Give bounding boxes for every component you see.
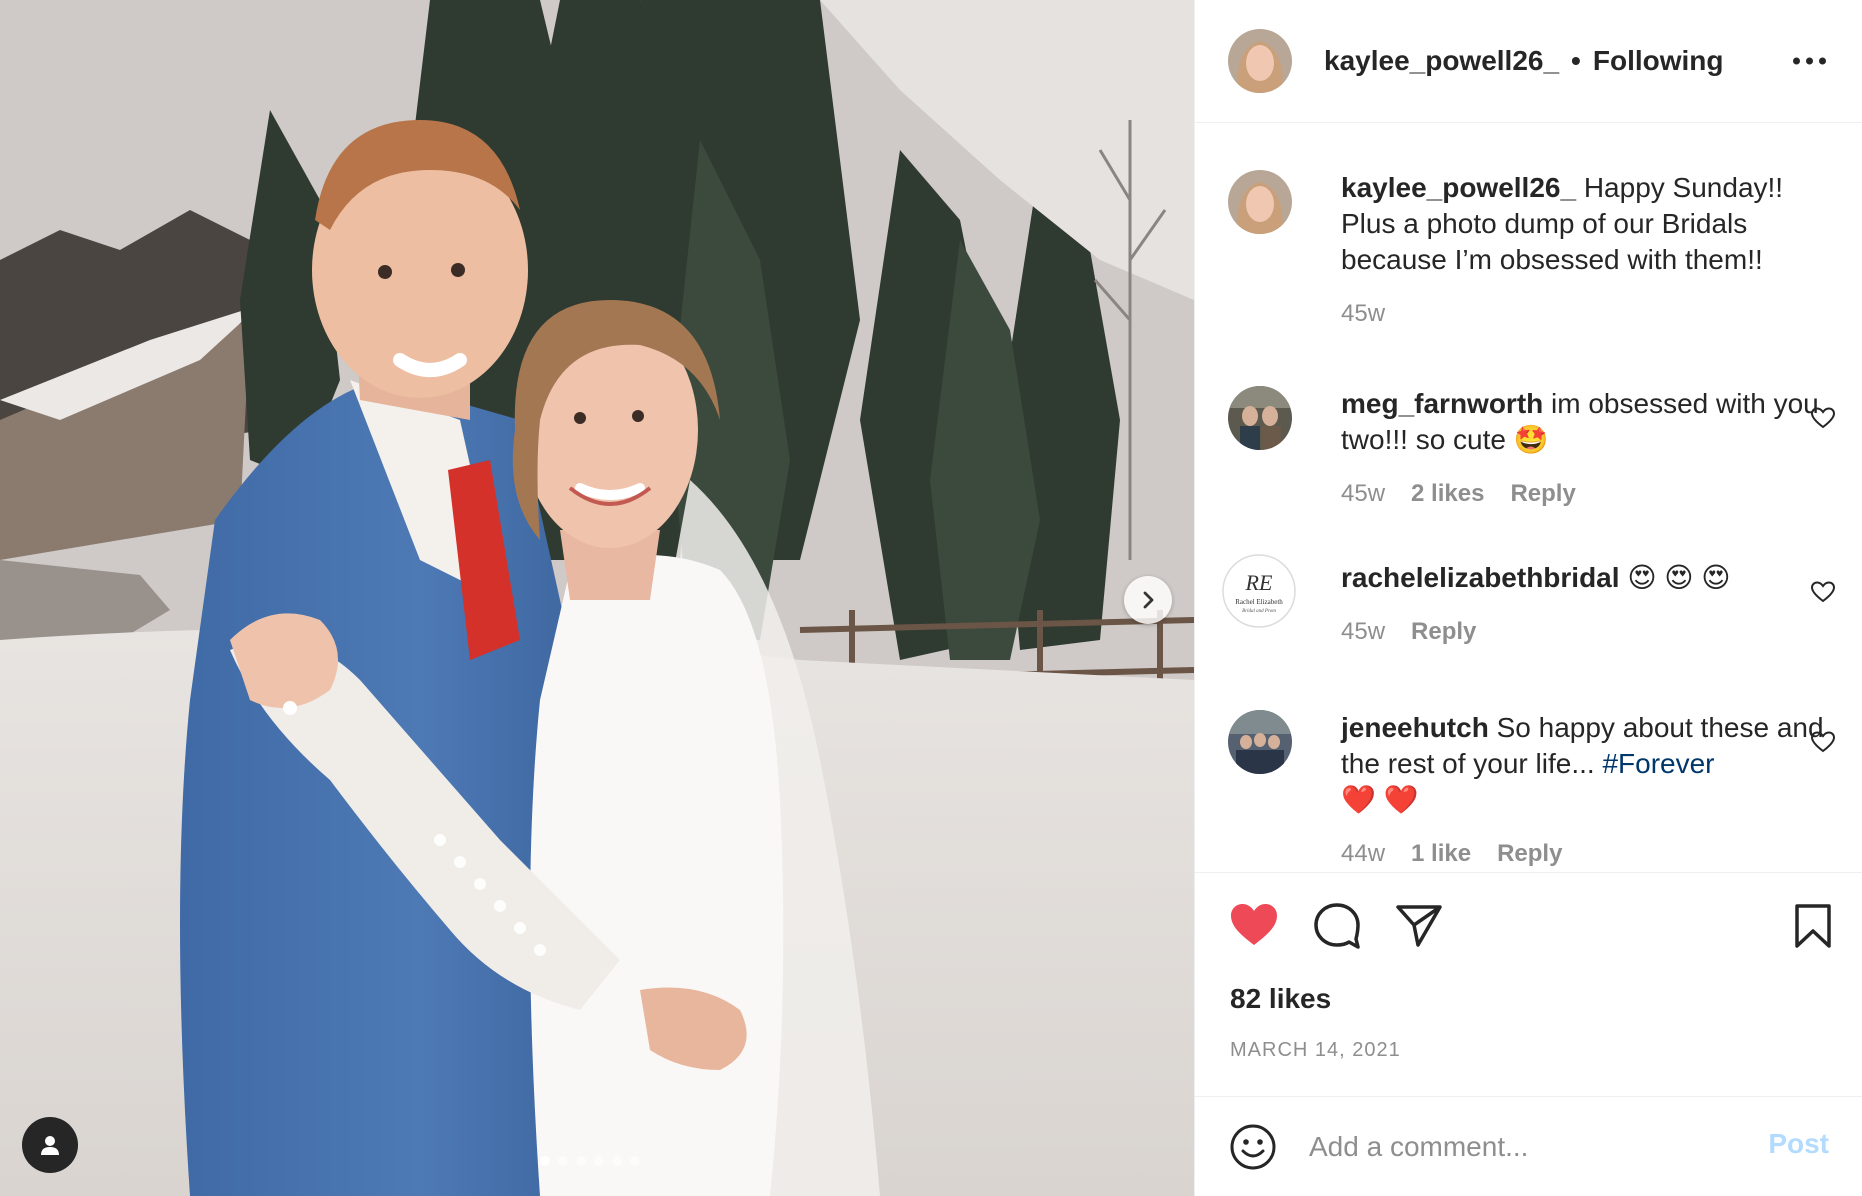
ellipsis-icon: [1806, 57, 1813, 65]
comment-bubble-icon[interactable]: [1312, 901, 1362, 949]
more-options-button[interactable]: [1793, 57, 1826, 65]
comment-item: RE Rachel Elizabeth Bridal and Prom rach…: [1222, 554, 1836, 646]
comments-list[interactable]: kaylee_powell26_ Happy Sunday!! Plus a p…: [1195, 124, 1862, 872]
user-tag-icon: [41, 1136, 59, 1155]
caption-username[interactable]: kaylee_powell26_: [1341, 172, 1576, 203]
header-separator: •: [1571, 45, 1581, 76]
carousel-dot: [630, 1156, 640, 1166]
heart-filled-icon[interactable]: [1228, 901, 1280, 949]
post-photo[interactable]: [0, 0, 1194, 1196]
ellipsis-icon: [1793, 57, 1800, 65]
add-comment-bar: Post: [1195, 1096, 1862, 1196]
post-header: kaylee_powell26_ • Following: [1195, 0, 1862, 123]
paper-plane-icon[interactable]: [1394, 901, 1444, 949]
heart-outline-icon[interactable]: [1810, 730, 1836, 754]
comment-likes[interactable]: 2 likes: [1411, 480, 1484, 508]
reply-button[interactable]: Reply: [1411, 618, 1476, 646]
comment-input[interactable]: [1307, 1121, 1741, 1173]
heart-outline-icon[interactable]: [1810, 406, 1836, 430]
following-button[interactable]: Following: [1593, 45, 1724, 77]
comment-emoji: ❤️ ❤️: [1341, 784, 1419, 815]
carousel-dot: [594, 1156, 604, 1166]
caption-age[interactable]: 45w: [1341, 300, 1385, 328]
comment-username[interactable]: meg_farnworth: [1341, 388, 1543, 419]
post-date[interactable]: MARCH 14, 2021: [1230, 1039, 1401, 1062]
smiley-icon[interactable]: [1229, 1123, 1277, 1171]
author-avatar[interactable]: [1228, 29, 1292, 93]
tagged-users-button[interactable]: [22, 1117, 78, 1173]
hashtag-link[interactable]: #Forever: [1602, 748, 1714, 779]
commenter-avatar[interactable]: [1228, 386, 1292, 450]
comment-likes[interactable]: 1 like: [1411, 840, 1471, 868]
author-username[interactable]: kaylee_powell26_: [1324, 45, 1559, 77]
comment-age[interactable]: 44w: [1341, 840, 1385, 868]
caption-author-avatar[interactable]: [1228, 170, 1292, 234]
reply-button[interactable]: Reply: [1510, 480, 1575, 508]
carousel-dot: [612, 1156, 622, 1166]
logo-line-2: Bridal and Prom: [1242, 609, 1276, 614]
ellipsis-icon: [1819, 57, 1826, 65]
carousel-dot: [540, 1156, 550, 1166]
carousel-dot: [558, 1156, 568, 1166]
comment-emoji: 🤩: [1513, 424, 1549, 455]
comment-item: jeneehutch So happy about these and the …: [1228, 710, 1836, 868]
comment-age[interactable]: 45w: [1341, 618, 1385, 646]
comment-username[interactable]: rachelelizabethbridal: [1341, 562, 1620, 593]
commenter-avatar[interactable]: RE Rachel Elizabeth Bridal and Prom: [1222, 554, 1296, 628]
likes-count[interactable]: 82 likes: [1230, 983, 1331, 1015]
bookmark-icon[interactable]: [1793, 903, 1833, 949]
logo-monogram: RE: [1245, 570, 1273, 595]
commenter-avatar[interactable]: [1228, 710, 1292, 774]
post-comment-button[interactable]: Post: [1762, 1127, 1835, 1161]
wedding-photo-illustration: [0, 0, 1194, 1196]
chevron-right-icon: [1143, 591, 1154, 609]
caption: kaylee_powell26_ Happy Sunday!! Plus a p…: [1228, 170, 1828, 328]
comment-item: meg_farnworth im obsessed with you two!!…: [1228, 386, 1836, 508]
logo-line-1: Rachel Elizabeth: [1235, 598, 1283, 606]
carousel-dot: [576, 1156, 586, 1166]
comment-emoji: 😍 😍 😍: [1627, 562, 1731, 593]
post-details-panel: kaylee_powell26_ • Following kaylee_powe…: [1194, 0, 1862, 1196]
heart-outline-icon[interactable]: [1810, 580, 1836, 604]
comment-username[interactable]: jeneehutch: [1341, 712, 1489, 743]
post-actions: 82 likes MARCH 14, 2021: [1195, 872, 1862, 1096]
next-photo-button[interactable]: [1124, 576, 1172, 624]
reply-button[interactable]: Reply: [1497, 840, 1562, 868]
comment-age[interactable]: 45w: [1341, 480, 1385, 508]
carousel-indicator: [540, 1156, 640, 1166]
